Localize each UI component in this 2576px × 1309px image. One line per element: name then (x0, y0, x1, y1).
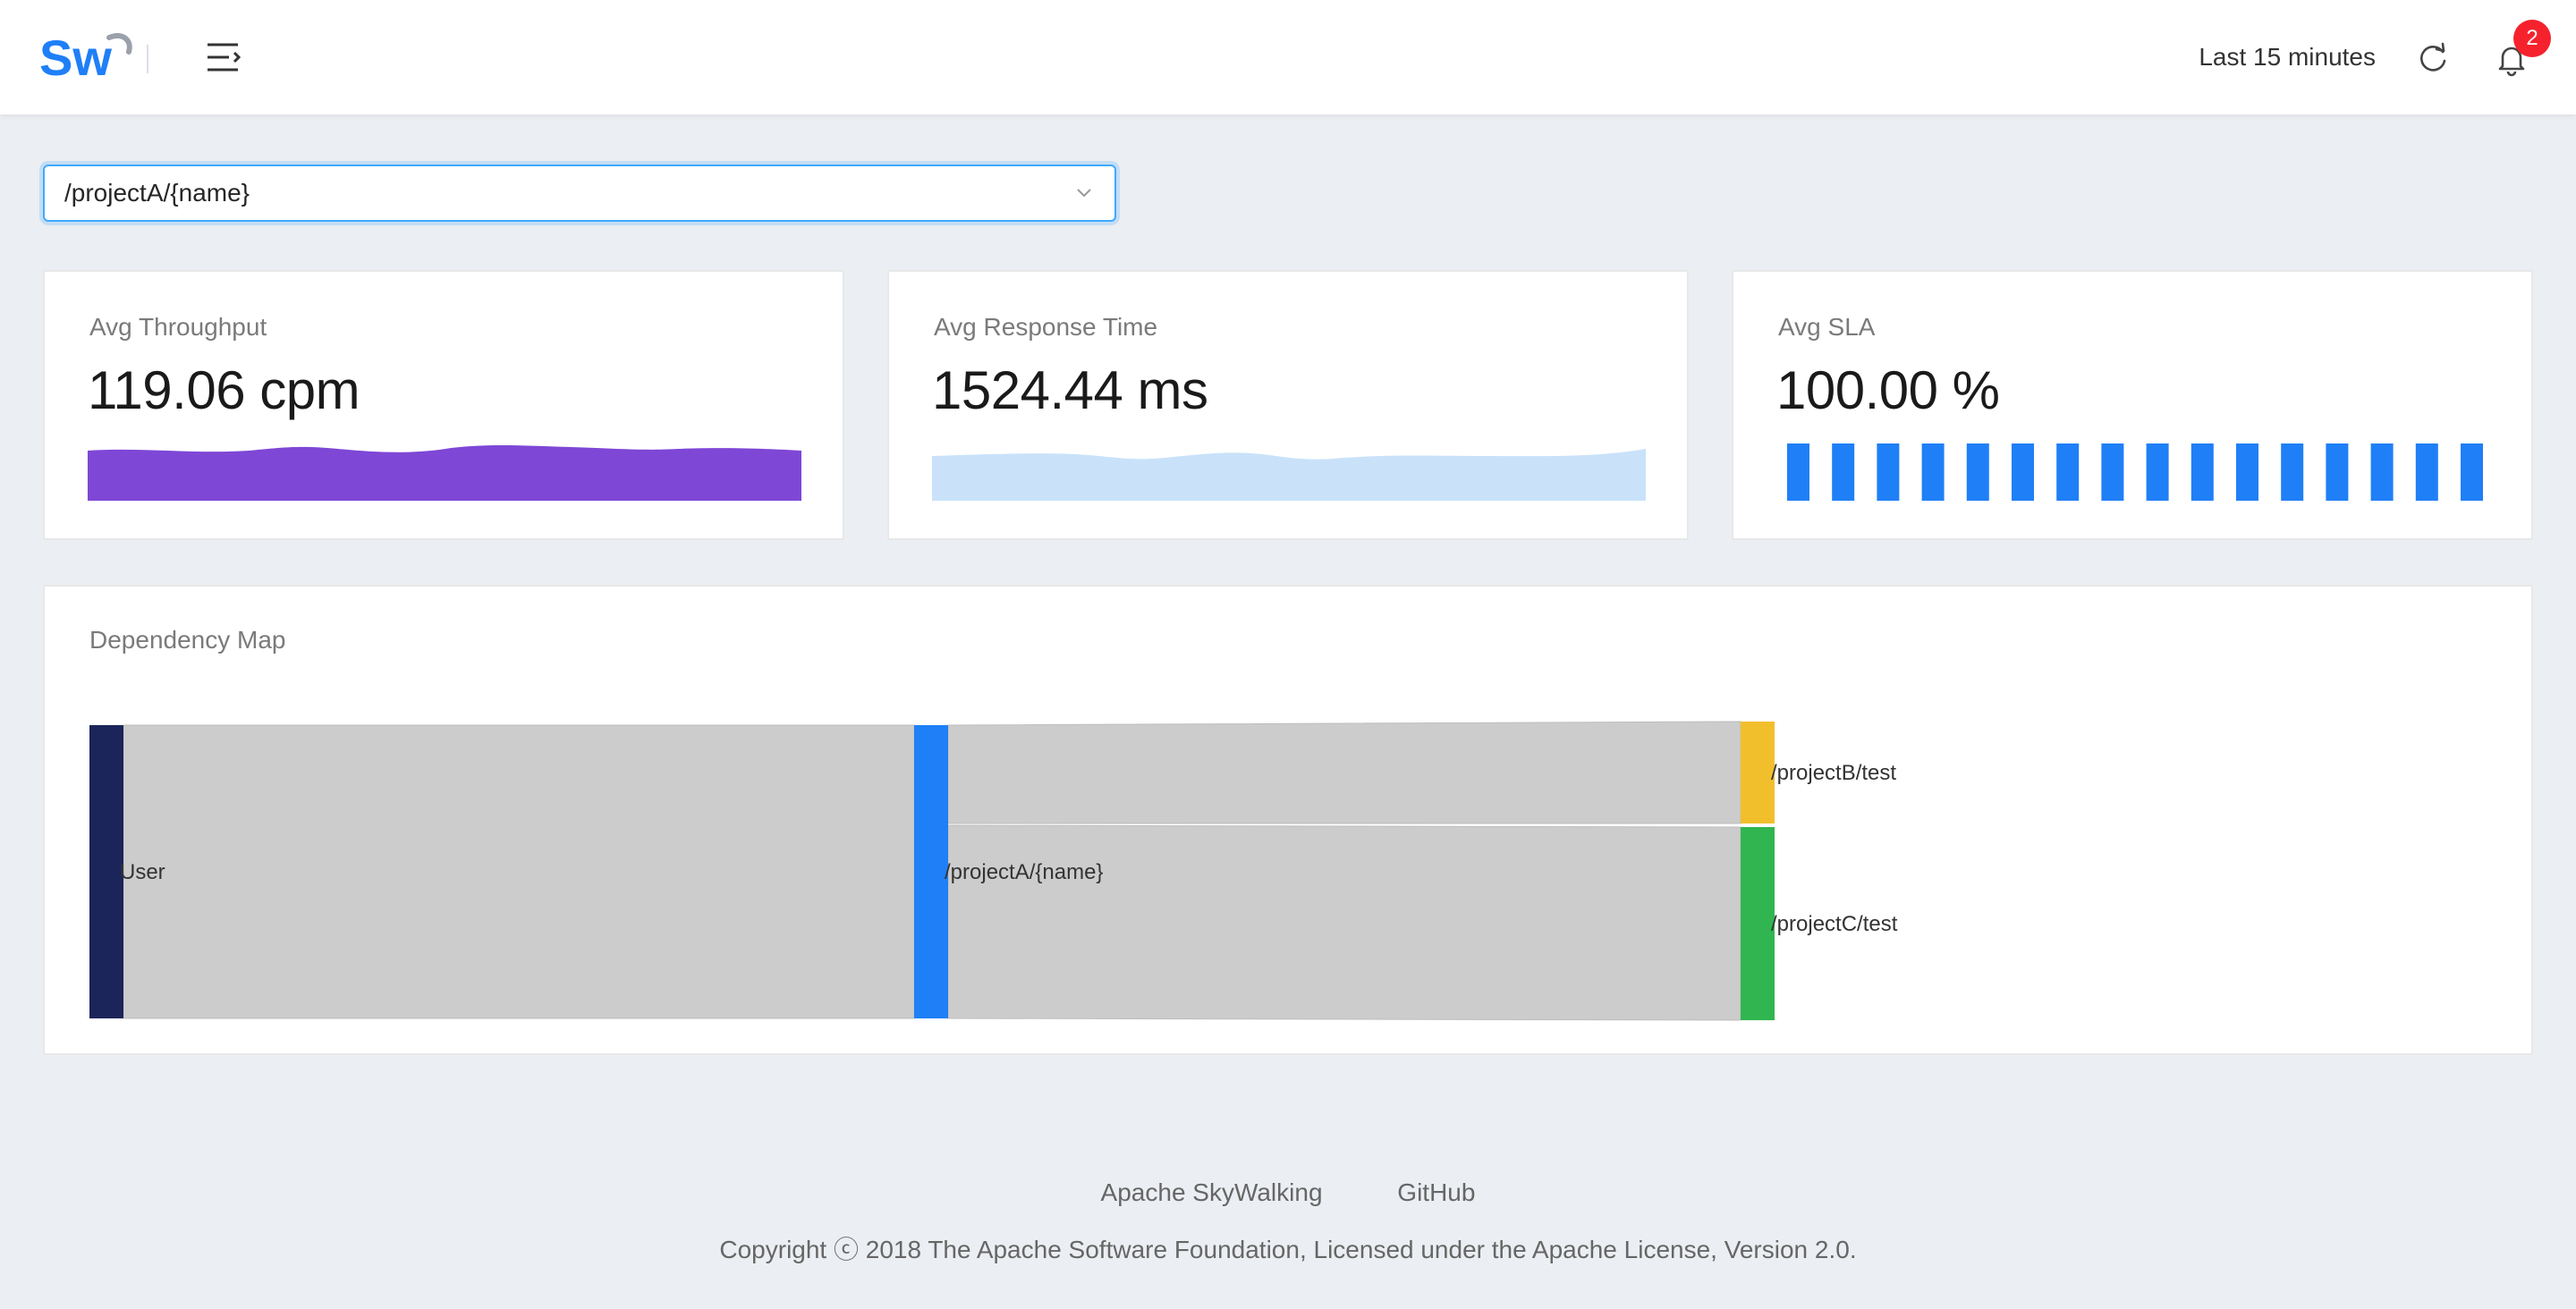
sla-bar (2461, 443, 2483, 501)
endpoint-select-value: /projectA/{name} (64, 179, 250, 207)
sla-bar (2281, 443, 2304, 501)
footer-links: Apache SkyWalking GitHub (0, 1178, 2576, 1207)
link-projecta-projectb (947, 721, 1741, 824)
logo-text: Sw (39, 30, 112, 86)
sla-bar (1921, 443, 1945, 501)
footer-link-github[interactable]: GitHub (1397, 1178, 1475, 1206)
sla-bar (2012, 443, 2034, 501)
response-time-title: Avg Response Time (934, 313, 1158, 341)
sla-bar (2326, 443, 2349, 501)
throughput-title: Avg Throughput (89, 313, 267, 341)
node-projecta (914, 725, 948, 1018)
sla-bar (1832, 443, 1855, 501)
response-time-value: 1524.44 ms (932, 360, 1208, 420)
sla-bar (1877, 443, 1900, 501)
sla-bar (1966, 443, 1989, 501)
sla-bar (2190, 443, 2214, 501)
node-user (89, 725, 123, 1018)
link-user-projecta (123, 724, 915, 1019)
sla-title: Avg SLA (1778, 313, 1876, 341)
sla-bar-chart (1787, 443, 2483, 501)
sla-bar (2415, 443, 2438, 501)
sla-bar (2370, 443, 2394, 501)
link-projecta-projectc (947, 824, 1741, 1021)
sla-bar (2101, 443, 2124, 501)
sla-bar (2056, 443, 2080, 501)
footer-copyright: Copyright ⓒ 2018 The Apache Software Fou… (719, 1236, 1857, 1263)
endpoint-select[interactable]: /projectA/{name} (43, 165, 1116, 222)
response-time-area (932, 449, 1646, 501)
throughput-value: 119.06 cpm (88, 360, 360, 420)
response-time-card: Avg Response Time 1524.44 ms (887, 270, 1689, 540)
sla-bar (2236, 443, 2258, 501)
throughput-sparkline (88, 445, 801, 501)
top-header: Sw Last 15 minutes 2 (0, 0, 2576, 114)
sla-value: 100.00 % (1776, 360, 2000, 420)
dependency-map-card: Dependency Map User /projectA/{name} /pr… (43, 585, 2533, 1055)
menu-toggle-icon[interactable] (202, 39, 245, 75)
node-projectb (1741, 722, 1775, 823)
node-label-user: User (120, 860, 165, 884)
sla-bar (1787, 443, 1809, 501)
throughput-card: Avg Throughput 119.06 cpm (43, 270, 844, 540)
node-label-projectb: /projectB/test (1771, 761, 1896, 785)
refresh-icon[interactable] (2415, 41, 2451, 77)
node-label-projectc: /projectC/test (1771, 912, 1898, 936)
chevron-down-icon (1077, 189, 1091, 198)
node-projectc (1741, 827, 1775, 1020)
footer-link-skywalking[interactable]: Apache SkyWalking (1101, 1178, 1323, 1206)
header-divider (147, 45, 148, 73)
throughput-area (88, 445, 801, 501)
sla-bar (2146, 443, 2169, 501)
time-range-picker[interactable]: Last 15 minutes (2199, 39, 2376, 75)
notification-count-badge: 2 (2513, 20, 2551, 57)
node-label-projecta: /projectA/{name} (945, 860, 1103, 884)
skywalking-logo[interactable]: Sw (39, 25, 138, 88)
sla-card: Avg SLA 100.00 % (1732, 270, 2533, 540)
response-time-sparkline (932, 449, 1646, 501)
logo-graphic: Sw (39, 30, 132, 86)
dependency-sankey: User /projectA/{name} /projectB/test /pr… (89, 721, 1898, 1021)
